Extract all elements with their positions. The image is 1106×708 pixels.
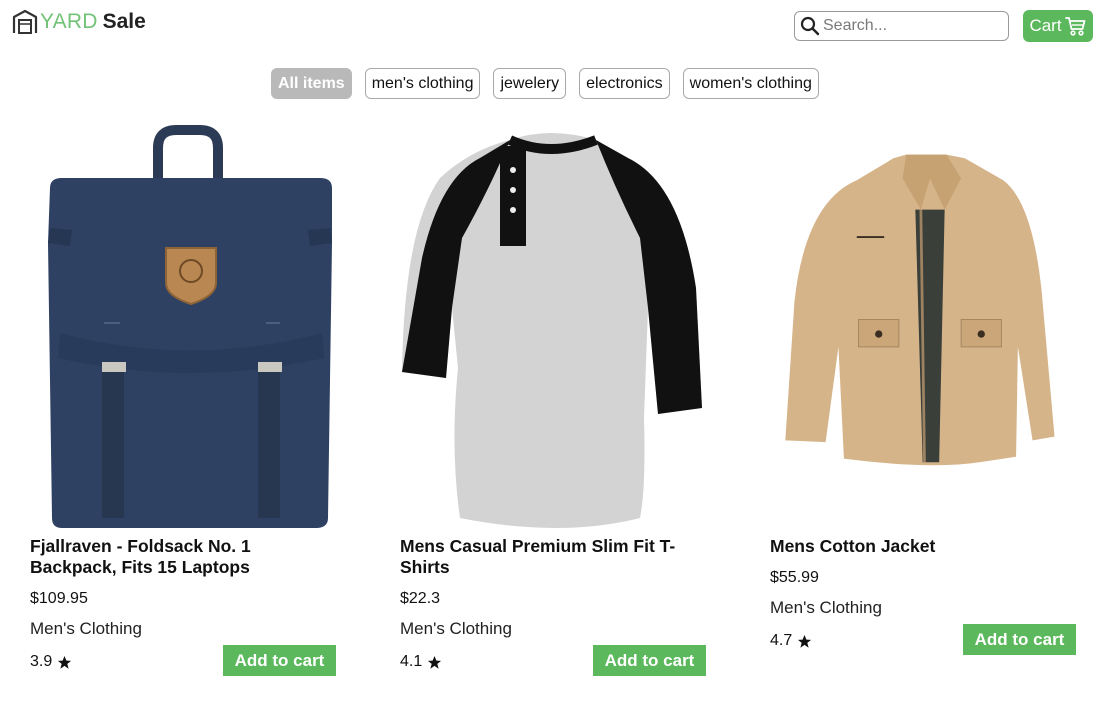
navy-backpack-image[interactable] bbox=[40, 118, 360, 533]
logo-sale-text: Sale bbox=[102, 10, 146, 33]
product-card: Mens Cotton Jacket $55.99 Men's Clothing… bbox=[770, 118, 1106, 656]
garage-icon bbox=[12, 9, 38, 34]
add-to-cart-button[interactable]: Add to cart bbox=[593, 645, 706, 676]
product-price: $22.3 bbox=[400, 590, 441, 607]
add-to-cart-button[interactable]: Add to cart bbox=[963, 624, 1076, 655]
cart-label: Cart bbox=[1029, 16, 1062, 35]
product-title[interactable]: Fjallraven - Foldsack No. 1 Backpack, Fi… bbox=[30, 536, 330, 578]
header: YARD Sale Cart bbox=[0, 0, 1106, 52]
product-rating: 4.7 bbox=[770, 632, 812, 650]
product-category: Men's Clothing bbox=[400, 619, 512, 638]
filter-electronics[interactable]: electronics bbox=[579, 68, 670, 99]
product-card-footer: 4.7 Add to cart bbox=[770, 624, 1106, 656]
product-rating: 4.1 bbox=[400, 653, 442, 671]
product-price: $109.95 bbox=[30, 590, 88, 607]
star-icon bbox=[798, 634, 812, 648]
filter-all-items[interactable]: All items bbox=[271, 68, 352, 99]
logo-yard-text: YARD bbox=[40, 10, 98, 33]
search-box[interactable] bbox=[794, 11, 1009, 41]
add-to-cart-button[interactable]: Add to cart bbox=[223, 645, 336, 676]
rating-value: 3.9 bbox=[30, 653, 53, 670]
raglan-henley-shirt-image[interactable] bbox=[400, 118, 720, 533]
rating-value: 4.7 bbox=[770, 632, 793, 649]
cart-button[interactable]: Cart bbox=[1023, 10, 1093, 42]
star-icon bbox=[428, 655, 442, 669]
product-title[interactable]: Mens Cotton Jacket bbox=[770, 536, 1070, 557]
khaki-jacket-image[interactable] bbox=[770, 118, 1090, 498]
product-category: Men's Clothing bbox=[770, 598, 882, 617]
product-card: Mens Casual Premium Slim Fit T-Shirts $2… bbox=[400, 118, 740, 677]
shopping-cart-icon bbox=[1064, 17, 1085, 36]
product-category: Men's Clothing bbox=[30, 619, 142, 638]
product-rating: 3.9 bbox=[30, 653, 72, 671]
search-input[interactable] bbox=[823, 17, 1003, 35]
filter-womens-clothing[interactable]: women's clothing bbox=[682, 68, 819, 99]
product-card-footer: 4.1 Add to cart bbox=[400, 645, 740, 677]
product-price: $55.99 bbox=[770, 569, 819, 586]
star-icon bbox=[58, 655, 72, 669]
filter-jewelery[interactable]: jewelery bbox=[493, 68, 567, 99]
search-icon bbox=[800, 16, 820, 36]
logo[interactable]: YARD Sale bbox=[12, 9, 146, 35]
product-card: Fjallraven - Foldsack No. 1 Backpack, Fi… bbox=[30, 118, 370, 677]
product-title[interactable]: Mens Casual Premium Slim Fit T-Shirts bbox=[400, 536, 700, 578]
category-filters: All items men's clothing jewelery electr… bbox=[271, 68, 819, 99]
product-card-footer: 3.9 Add to cart bbox=[30, 645, 370, 677]
filter-mens-clothing[interactable]: men's clothing bbox=[364, 68, 481, 99]
rating-value: 4.1 bbox=[400, 653, 423, 670]
